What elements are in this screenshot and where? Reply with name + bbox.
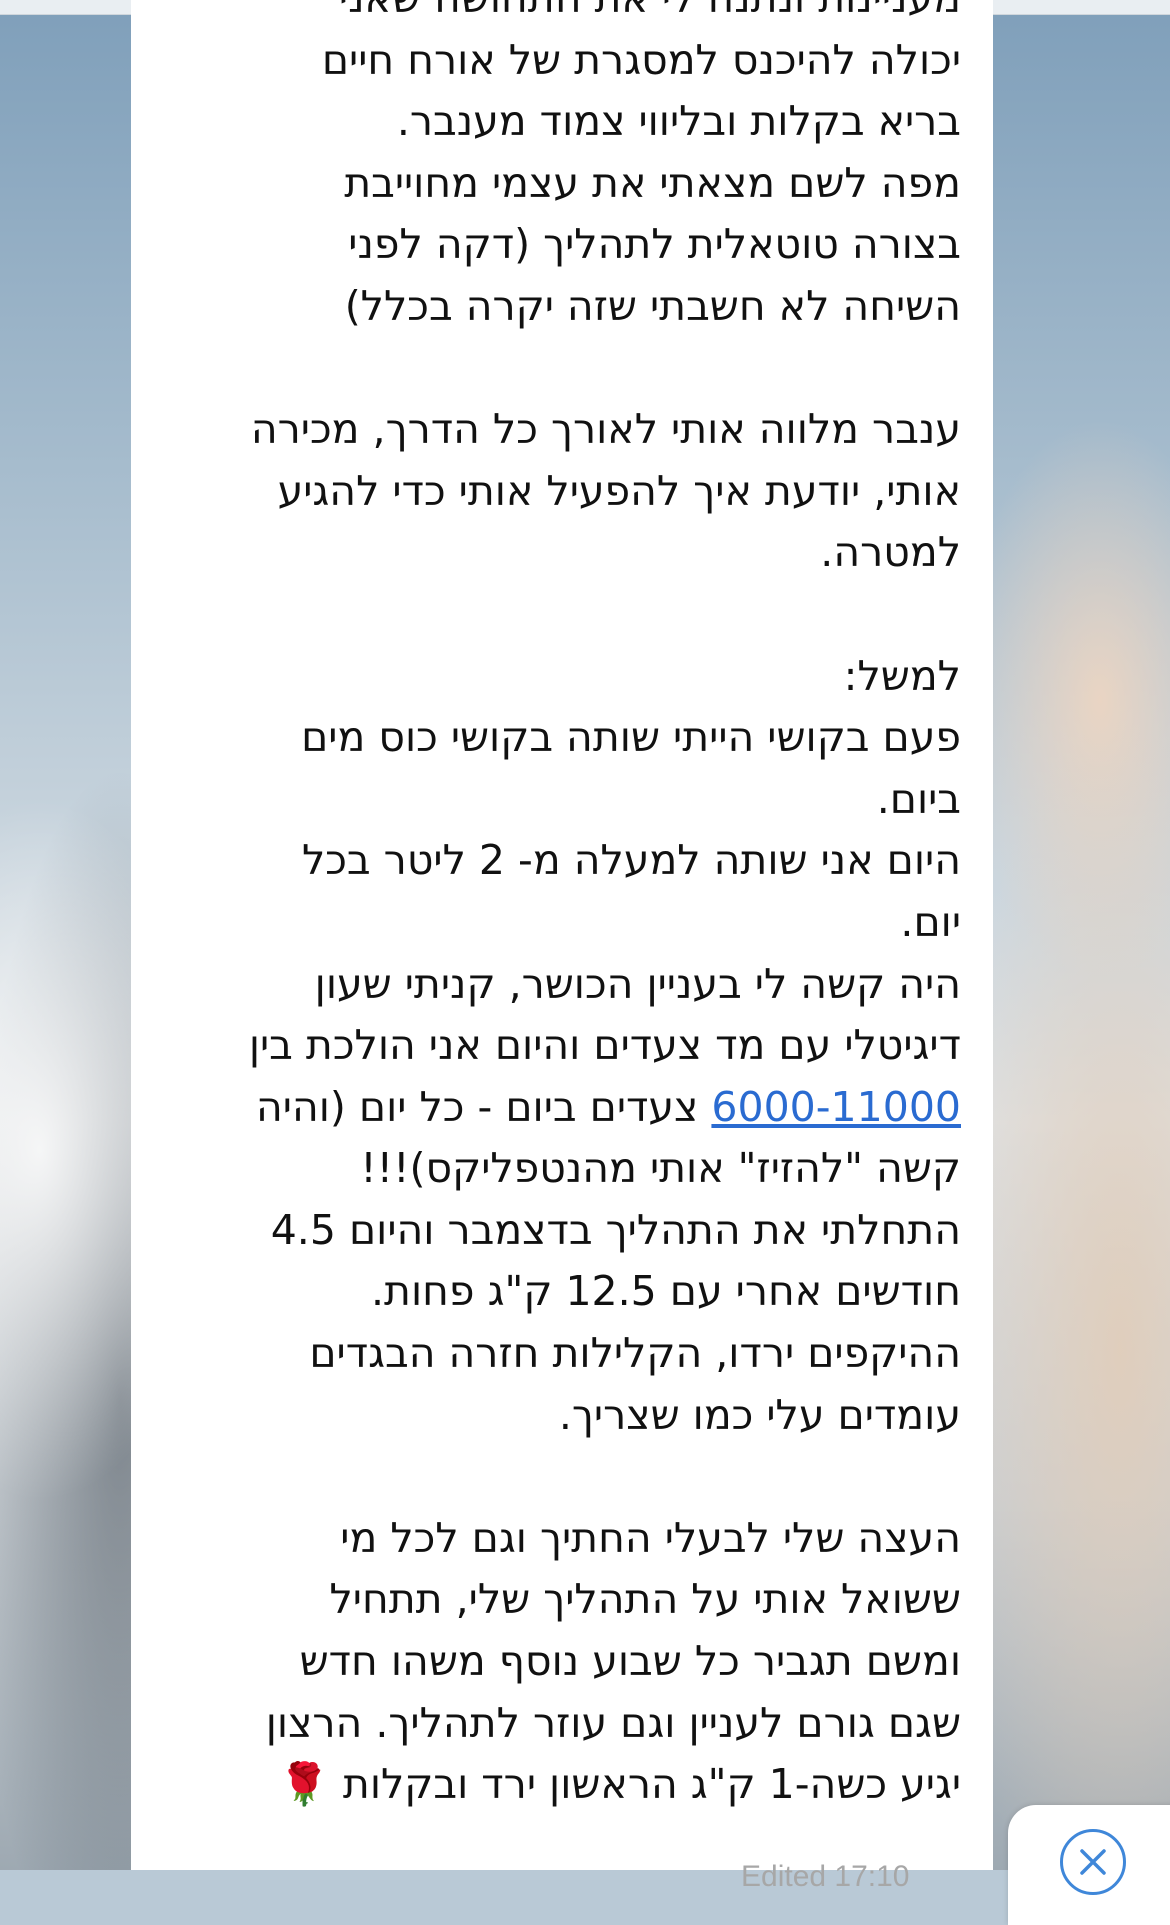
- message-bubble[interactable]: מעניינות ונתנה לי את התחושה שאני יכולה לה…: [131, 0, 993, 1893]
- message-line: בצורה טוטאלית לתהליך (דקה לפני: [348, 220, 961, 269]
- message-line: דיגיטלי עם מד צעדים והיום אני הולכת בין: [248, 1021, 961, 1070]
- message-line: היום אני שותה למעלה מ- 2 ליטר בכל: [301, 836, 961, 885]
- floating-action-button[interactable]: [1008, 1805, 1170, 1925]
- message-line: ומשם תגביר כל שבוע נוסף משהו חדש: [299, 1637, 961, 1686]
- phone-number-link[interactable]: 6000-11000: [711, 1083, 961, 1131]
- message-line: התחלתי את התהליך בדצמבר והיום 4.5: [270, 1205, 961, 1254]
- message-line: מפה לשם מצאתי את עצמי מחוייבת: [344, 158, 961, 207]
- message-line: אותי, יודעת איך להפעיל אותי כדי להגיע: [277, 466, 961, 515]
- message-line: בריא בקלות ובליווי צמוד מענבר.: [396, 97, 961, 146]
- message-line: למטרה.: [820, 528, 961, 577]
- message-line-text: צעדים ביום - כל יום (והיה: [255, 1082, 712, 1131]
- message-line: שגם גורם לעניין וגם עוזר לתהליך. הרצון: [265, 1698, 961, 1747]
- message-line-with-link: 6000-11000 צעדים ביום - כל יום (והיה: [161, 1077, 961, 1139]
- message-line: פעם בקושי הייתי שותה בקושי כוס מים: [301, 713, 961, 762]
- message-line: קשה "להזיז" אותי מהנטפליקס)!!!: [360, 1144, 961, 1193]
- message-line: יכולה להיכנס למסגרת של אורח חיים: [321, 35, 961, 84]
- message-text: מעניינות ונתנה לי את התחושה שאני יכולה לה…: [161, 0, 961, 1816]
- message-line: למשל:: [843, 651, 961, 700]
- message-line: יגיע כשה-1 ק"ג הראשון ירד ובקלות 🌹: [278, 1760, 961, 1809]
- message-line: חודשים אחרי עם 12.5 ק"ג פחות.: [371, 1267, 961, 1316]
- message-line: ביום.: [876, 774, 961, 823]
- message-line: ההיקפים ירדו, הקלילות חזרה הבגדים: [309, 1329, 961, 1378]
- message-edited-time: Edited 17:10: [741, 1860, 910, 1893]
- message-line: מעניינות ונתנה לי את התחושה שאני: [161, 0, 961, 30]
- message-line: עומדים עלי כמו שצריך.: [558, 1390, 961, 1439]
- message-line: ששואל אותי על התהליך שלי, תתחיל: [329, 1575, 961, 1624]
- message-line: ענבר מלווה אותי לאורך כל הדרך, מכירה: [250, 405, 961, 454]
- message-line: היה קשה לי בעניין הכושר, קניתי שעון: [314, 959, 961, 1008]
- message-line: השיחה לא חשבתי שזה יקרה בכלל): [344, 281, 961, 330]
- close-icon: [1080, 1849, 1106, 1875]
- message-line: העצה שלי לבעלי החתיך וגם לכל מי: [340, 1513, 961, 1562]
- message-line: יום.: [900, 897, 961, 946]
